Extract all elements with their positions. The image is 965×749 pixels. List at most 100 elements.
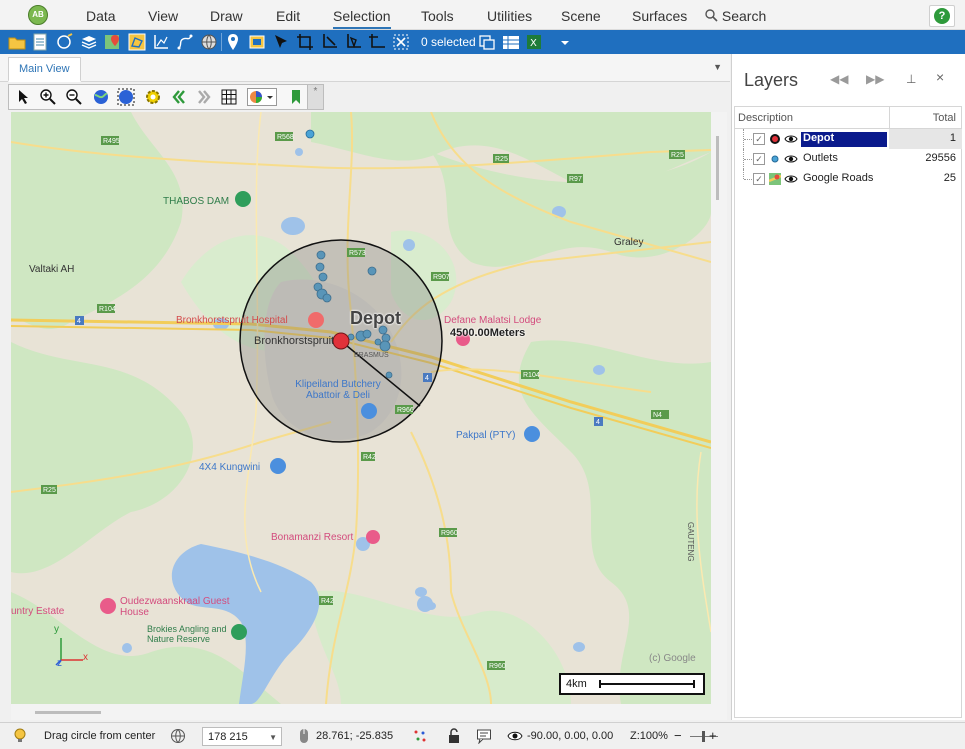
search-icon xyxy=(705,9,718,22)
next-view-icon[interactable] xyxy=(195,88,213,106)
layer-visibility-checkbox[interactable]: ✓ xyxy=(753,173,765,185)
vertical-scroll-thumb[interactable] xyxy=(716,136,719,200)
close-panel-icon[interactable]: × xyxy=(936,69,944,85)
eye-icon[interactable] xyxy=(784,133,798,145)
globe-icon[interactable] xyxy=(200,33,218,51)
map-toolbar-overflow[interactable]: * xyxy=(307,85,323,109)
menu-surfaces[interactable]: Surfaces xyxy=(632,8,687,24)
zoom-in-icon[interactable] xyxy=(39,88,57,106)
layers-back-icon[interactable]: ◀◀ xyxy=(830,72,848,86)
depot-marker[interactable] xyxy=(332,332,350,350)
place-label-oudezwaanskraal: Oudezwaanskraal Guest House xyxy=(120,596,230,618)
menu-search[interactable]: Search xyxy=(705,8,766,24)
zoom-slider[interactable] xyxy=(684,729,724,743)
layer-row-depot[interactable]: ✓ Depot 1 xyxy=(735,129,962,149)
tab-dropdown-icon[interactable]: ▼ xyxy=(713,62,722,72)
place-label-erasmus: ERASMUS xyxy=(354,352,389,359)
place-label-kungwini: 4X4 Kungwini xyxy=(199,462,261,473)
unlock-icon[interactable] xyxy=(446,728,462,744)
selection-window-icon[interactable] xyxy=(478,33,496,51)
settings-gear-icon[interactable] xyxy=(144,88,162,106)
layers-stack-icon[interactable] xyxy=(80,33,98,51)
layer-name[interactable]: Outlets xyxy=(801,152,840,167)
map-attribution: (c) Google xyxy=(649,653,696,664)
clear-selection-icon[interactable] xyxy=(392,33,410,51)
rect-select-icon[interactable] xyxy=(248,33,266,51)
color-theme-dropdown-icon[interactable] xyxy=(247,88,277,106)
map-base-svg: R495 R568 R25 R97 R25 R573 R907 R104 R10… xyxy=(11,112,711,704)
open-folder-icon[interactable] xyxy=(8,33,26,51)
lasso-select-icon[interactable] xyxy=(320,33,338,51)
layer-name[interactable]: Google Roads xyxy=(801,172,875,187)
map-vertical-scrollbar[interactable] xyxy=(711,112,727,704)
layer-row-google-roads[interactable]: ✓ Google Roads 25 xyxy=(735,169,961,189)
layer-visibility-checkbox[interactable]: ✓ xyxy=(753,153,765,165)
crop-select-icon[interactable] xyxy=(296,33,314,51)
column-total[interactable]: Total xyxy=(933,112,956,124)
resort-marker-icon xyxy=(366,530,380,544)
pond xyxy=(281,217,305,235)
polygon-select-icon[interactable] xyxy=(128,33,146,51)
layers-forward-icon[interactable]: ▶▶ xyxy=(866,72,884,86)
menu-draw[interactable]: Draw xyxy=(210,8,243,24)
pin-panel-icon[interactable]: ⊥ xyxy=(906,72,916,86)
snap-points-icon[interactable] xyxy=(412,728,428,744)
globe-zoom-selection-icon[interactable] xyxy=(117,88,135,106)
map-pin-add-icon[interactable] xyxy=(104,33,122,51)
zoom-slider-knob[interactable] xyxy=(702,731,705,742)
search-label: Search xyxy=(721,8,767,24)
help-button[interactable]: ? xyxy=(929,5,955,27)
selection-table-icon[interactable] xyxy=(502,33,520,51)
axis-z-label: z xyxy=(57,658,62,669)
eye-icon[interactable] xyxy=(784,173,798,185)
grid-icon[interactable] xyxy=(220,88,238,106)
tab-main-view[interactable]: Main View xyxy=(8,57,81,82)
menu-utilities[interactable]: Utilities xyxy=(487,8,532,24)
pointer-select-icon[interactable] xyxy=(272,33,290,51)
zoom-in-button[interactable]: + xyxy=(709,728,717,743)
layer-name[interactable]: Depot xyxy=(801,132,887,147)
projection-combo[interactable]: 178 215 ▼ xyxy=(202,727,282,746)
column-description[interactable]: Description xyxy=(738,112,793,124)
menu-scene[interactable]: Scene xyxy=(561,8,601,24)
document-icon[interactable] xyxy=(31,33,49,51)
horizontal-scroll-thumb[interactable] xyxy=(35,711,101,714)
layer-row-outlets[interactable]: ✓ Outlets 29556 xyxy=(735,149,961,169)
hospital-marker-icon xyxy=(308,312,324,328)
menu-tools[interactable]: Tools xyxy=(421,8,454,24)
chevron-down-icon: ▼ xyxy=(269,733,277,742)
toolbar-overflow-icon[interactable] xyxy=(556,33,574,51)
road-shield-r966: R966 xyxy=(397,407,414,414)
layer-add-icon[interactable] xyxy=(56,33,74,51)
message-icon[interactable] xyxy=(476,728,492,744)
zoom-out-button[interactable]: − xyxy=(674,728,682,743)
layer-total: 29556 xyxy=(925,152,956,164)
tree-connector xyxy=(743,169,753,180)
layers-grid-header: Description Total xyxy=(735,107,961,129)
layer-visibility-checkbox[interactable]: ✓ xyxy=(753,133,765,145)
menu-selection[interactable]: Selection xyxy=(333,8,391,29)
clip-select-icon[interactable] xyxy=(368,33,386,51)
bookmark-icon[interactable] xyxy=(287,88,305,106)
app-logo-icon[interactable]: AB xyxy=(28,5,48,25)
chart-axes-icon[interactable] xyxy=(152,33,170,51)
globe-wire-icon[interactable] xyxy=(170,728,186,744)
place-label-klipeiland: Klipeiland Butchery Abattoir & Deli xyxy=(295,379,381,401)
menu-data[interactable]: Data xyxy=(86,8,116,24)
route-icon[interactable] xyxy=(176,33,194,51)
menu-view[interactable]: View xyxy=(148,8,178,24)
map-horizontal-scrollbar[interactable] xyxy=(11,704,727,720)
eye-icon[interactable] xyxy=(784,153,798,165)
outlet-point[interactable] xyxy=(305,129,315,139)
globe-zoom-extents-icon[interactable] xyxy=(92,88,110,106)
column-divider[interactable] xyxy=(889,107,890,129)
map-canvas[interactable]: R495 R568 R25 R97 R25 R573 R907 R104 R10… xyxy=(11,112,711,704)
zoom-out-icon[interactable] xyxy=(65,88,83,106)
place-label-bronkhorstspruit: Bronkhorstspruit xyxy=(254,335,335,347)
export-excel-icon[interactable]: X xyxy=(526,33,544,51)
arrow-pointer-icon[interactable] xyxy=(14,88,32,106)
menu-edit[interactable]: Edit xyxy=(276,8,300,24)
pin-icon[interactable] xyxy=(224,33,242,51)
previous-view-icon[interactable] xyxy=(170,88,188,106)
polygon-lasso-icon[interactable] xyxy=(344,33,362,51)
